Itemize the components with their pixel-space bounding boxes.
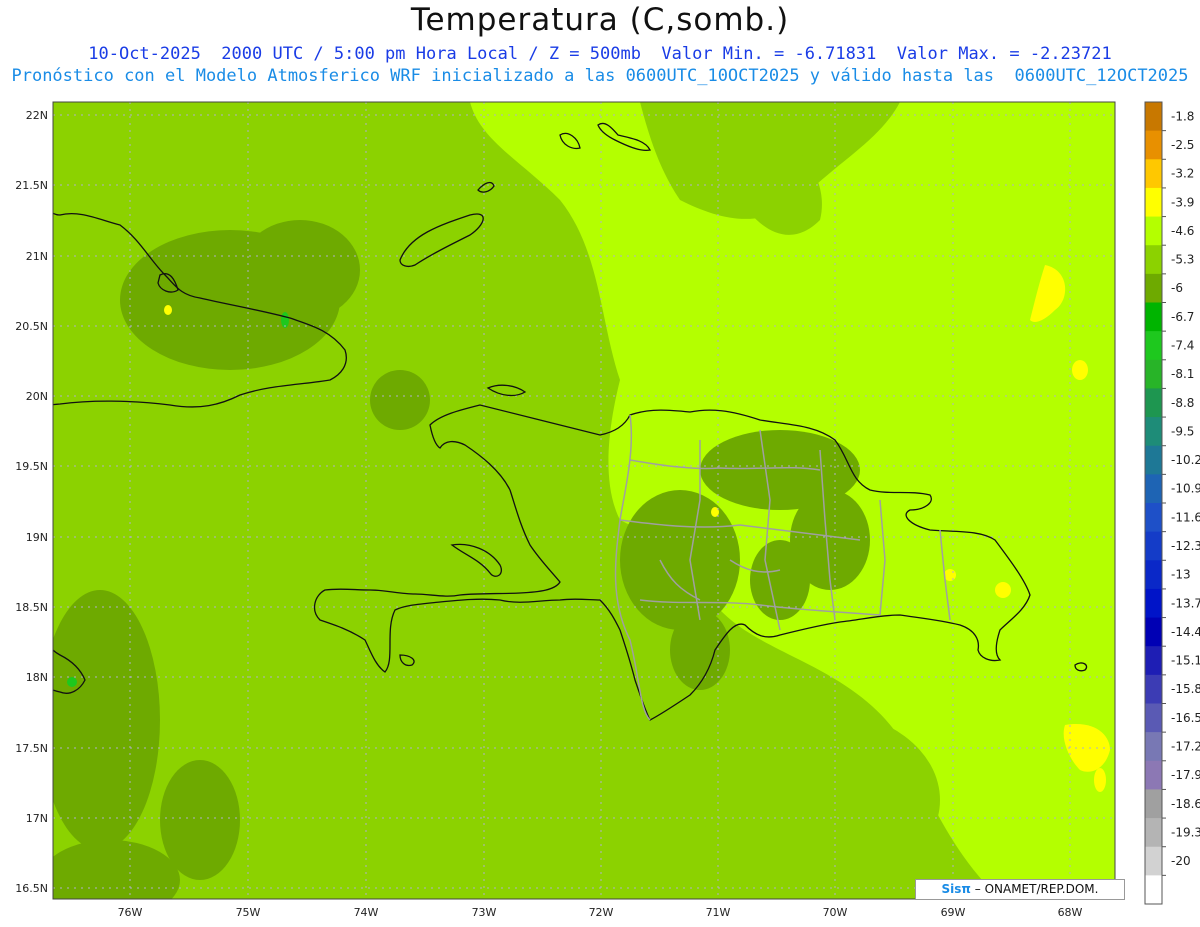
colorbar-label: -15.8: [1171, 682, 1200, 696]
lon-label: 68W: [1058, 906, 1083, 919]
lat-label: 20N: [26, 390, 48, 403]
field-cool-jamaica: [53, 590, 160, 850]
colorbar-label: -5.3: [1171, 253, 1194, 267]
latitude-axis: 22N 21.5N 21N 20.5N 20N 19.5N 19N 18.5N …: [15, 109, 48, 895]
colorbar-label: -4.6: [1171, 224, 1194, 238]
lat-label: 18.5N: [15, 601, 48, 614]
field-cool-hisp4: [750, 540, 810, 620]
colorbar-swatch: [1145, 331, 1162, 361]
colorbar-swatch: [1145, 159, 1162, 189]
colorbar-label: -6.7: [1171, 310, 1194, 324]
colorbar-swatch: [1145, 875, 1162, 905]
lon-label: 75W: [236, 906, 261, 919]
sispi-logo: Sisπ: [941, 882, 971, 896]
colorbar-label: -8.8: [1171, 396, 1194, 410]
colorbar-label: -17.9: [1171, 768, 1200, 782]
lon-label: 70W: [823, 906, 848, 919]
colorbar-swatch: [1145, 245, 1162, 275]
field-hot-e: [1072, 360, 1088, 380]
lat-label: 20.5N: [15, 320, 48, 333]
field-hot-cuba: [164, 305, 172, 315]
lon-label: 71W: [706, 906, 731, 919]
map-canvas: 22N 21.5N 21N 20.5N 20N 19.5N 19N 18.5N …: [15, 101, 1200, 919]
colorbar-label: -7.4: [1171, 338, 1194, 352]
colorbar-swatch: [1145, 130, 1162, 160]
colorbar-swatch: [1145, 646, 1162, 676]
colorbar-label: -11.6: [1171, 510, 1200, 524]
field-hot-se2: [1094, 768, 1106, 792]
lat-label: 22N: [26, 109, 48, 122]
colorbar-label: -3.9: [1171, 195, 1194, 209]
lat-label: 21N: [26, 250, 48, 263]
field-cold-jamaica: [67, 677, 77, 687]
field-cool-cuba2: [240, 220, 360, 320]
lon-label: 73W: [472, 906, 497, 919]
colorbar-label: -15.1: [1171, 654, 1200, 668]
lon-label: 72W: [589, 906, 614, 919]
colorbar-swatch: [1145, 445, 1162, 475]
lon-label: 76W: [118, 906, 143, 919]
field-cool-sw: [370, 370, 430, 430]
colorbar-label: -3.2: [1171, 167, 1194, 181]
colorbar-swatch: [1145, 302, 1162, 332]
colorbar-swatch: [1145, 388, 1162, 418]
field-cool-s1: [160, 760, 240, 880]
colorbar-swatch: [1145, 674, 1162, 704]
colorbar-swatch: [1145, 617, 1162, 647]
field-cool-s2: [700, 710, 940, 890]
colorbar-swatch: [1145, 503, 1162, 533]
lat-label: 21.5N: [15, 179, 48, 192]
colorbar-swatch: [1145, 417, 1162, 447]
colorbar-swatch: [1145, 818, 1162, 848]
colorbar-label: -14.4: [1171, 625, 1200, 639]
colorbar-label: -8.1: [1171, 367, 1194, 381]
colorbar-swatch: [1145, 187, 1162, 218]
lat-label: 19N: [26, 531, 48, 544]
lon-label: 69W: [941, 906, 966, 919]
colorbar-swatch: [1145, 703, 1162, 733]
field-hot-dr2: [944, 569, 956, 581]
credit-box: Sisπ – ONAMET/REP.DOM.: [915, 879, 1125, 900]
lat-label: 19.5N: [15, 460, 48, 473]
colorbar-label: -10.2: [1171, 453, 1200, 467]
colorbar-label: -10.9: [1171, 482, 1200, 496]
colorbar-swatch: [1145, 846, 1162, 876]
colorbar-swatch: [1145, 732, 1162, 762]
longitude-axis: 76W 75W 74W 73W 72W 71W 70W 69W 68W: [118, 906, 1083, 919]
colorbar-label: -9.5: [1171, 424, 1194, 438]
colorbar-label: -12.3: [1171, 539, 1200, 553]
colorbar-swatch: [1145, 760, 1162, 790]
colorbar-label: -18.6: [1171, 797, 1200, 811]
colorbar-label: -20: [1171, 854, 1191, 868]
colorbar-swatch: [1145, 560, 1162, 590]
colorbar-label: -13.7: [1171, 596, 1200, 610]
colorbar-swatch: [1145, 359, 1162, 389]
field-hot-dr1: [995, 582, 1011, 598]
colorbar-swatch: [1145, 273, 1162, 303]
colorbar-swatch: [1145, 474, 1162, 504]
colorbar-label: -16.5: [1171, 711, 1200, 725]
colorbar-label: -13: [1171, 568, 1191, 582]
colorbar: -1.8 -2.5 -3.2 -3.9 -4.6 -5.3 -6 -6.7 -7.4 -8.1 -8…: [1144, 101, 1200, 905]
lat-label: 17N: [26, 812, 48, 825]
credit-text: – ONAMET/REP.DOM.: [974, 882, 1099, 896]
field-cool-sw2: [53, 840, 180, 899]
lat-label: 18N: [26, 671, 48, 684]
colorbar-label: -19.3: [1171, 825, 1200, 839]
field-cool-hisp5: [670, 610, 730, 690]
colorbar-swatch: [1145, 789, 1162, 819]
colorbar-swatch: [1145, 216, 1162, 246]
colorbar-label: -17.2: [1171, 739, 1200, 753]
colorbar-label: -1.8: [1171, 109, 1194, 123]
temperature-field: [53, 102, 1115, 899]
lat-label: 16.5N: [15, 882, 48, 895]
colorbar-swatch: [1145, 588, 1162, 619]
colorbar-swatch: [1145, 531, 1162, 561]
colorbar-label: -2.5: [1171, 138, 1194, 152]
lat-label: 17.5N: [15, 742, 48, 755]
colorbar-label: -6: [1171, 281, 1183, 295]
lon-label: 74W: [354, 906, 379, 919]
field-cool-hisp1: [620, 490, 740, 630]
colorbar-swatch: [1145, 102, 1162, 132]
